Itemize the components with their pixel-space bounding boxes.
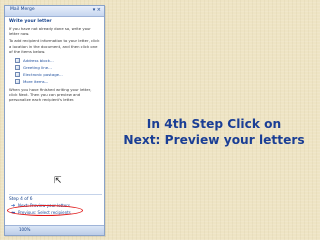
link-label[interactable]: Electronic postage...	[23, 72, 63, 77]
instruction-line-1: In 4th Step Click on	[146, 117, 282, 131]
zoom-level[interactable]: 100%	[19, 227, 30, 232]
address-block-link[interactable]: Address block...	[15, 57, 100, 64]
mouse-cursor-icon: ⇱	[54, 176, 62, 186]
pane-body: Write your letter If you have not alread…	[9, 18, 100, 103]
pane-title-bar: Mail Merge ▾ ×	[5, 6, 104, 17]
more-items-icon	[15, 79, 20, 85]
instructions-text: To add recipient information to your let…	[9, 38, 100, 54]
pane-title: Mail Merge	[10, 7, 35, 12]
greeting-line-icon	[15, 65, 20, 71]
close-icon[interactable]: ▾ ×	[93, 7, 101, 13]
link-label[interactable]: Greeting line...	[23, 65, 52, 70]
more-items-link[interactable]: More items...	[15, 78, 100, 85]
instruction-line-2: Next: Preview your letters	[123, 133, 305, 147]
section-title: Write your letter	[9, 19, 52, 24]
highlight-circle	[7, 205, 83, 216]
step-label: Step 4 of 6	[9, 194, 102, 202]
mail-merge-task-pane: Mail Merge ▾ × Write your letter If you …	[4, 5, 105, 236]
electronic-postage-icon	[15, 72, 20, 78]
instruction-overlay: In 4th Step Click on Next: Preview your …	[108, 116, 320, 148]
link-label[interactable]: More items...	[23, 79, 48, 84]
greeting-line-link[interactable]: Greeting line...	[15, 64, 100, 71]
pane-status-bar: 100%	[5, 225, 104, 235]
intro-text: If you have not already done so, write y…	[9, 26, 91, 37]
electronic-postage-link[interactable]: Electronic postage...	[15, 71, 100, 78]
insert-items-list: Address block... Greeting line... Electr…	[15, 57, 100, 85]
finish-text: When you have finished writing your lett…	[9, 87, 92, 103]
address-block-icon	[15, 58, 20, 64]
link-label[interactable]: Address block...	[23, 58, 54, 63]
